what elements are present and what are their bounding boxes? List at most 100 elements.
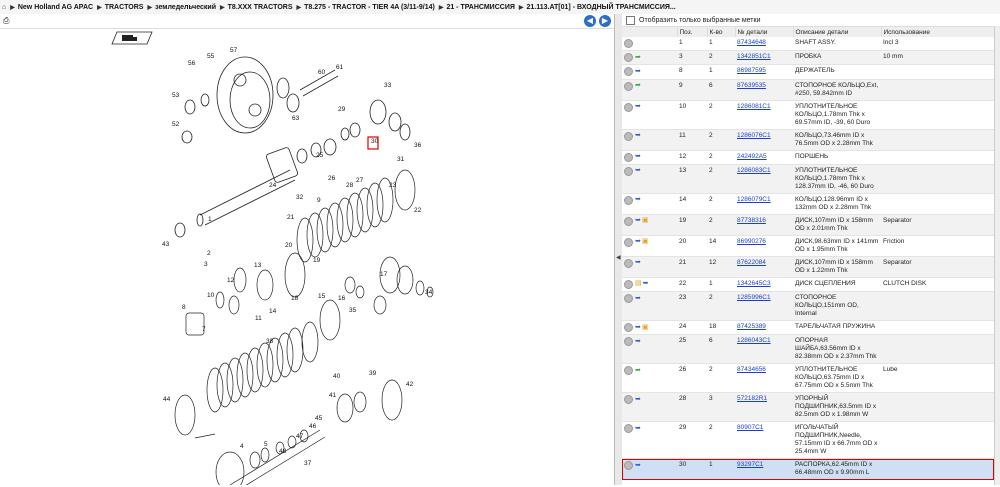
column-header-use[interactable]: Использование xyxy=(881,27,995,37)
blue-arrow-icon[interactable]: ➥ xyxy=(635,338,641,346)
callout-label[interactable]: 43 xyxy=(162,241,170,248)
breadcrumb-item[interactable]: ▶ земледельческий xyxy=(143,4,216,11)
table-row[interactable]: 1 1 87434648 SHAFT ASSY. Incl 3 xyxy=(622,37,994,52)
callout-label[interactable]: 45 xyxy=(315,415,323,422)
green-arrow-icon[interactable]: ➦ xyxy=(635,54,641,62)
lock-icon[interactable]: ▤ xyxy=(635,280,642,288)
table-row[interactable]: ➦ 3 2 1342851C1 ПРОБКА 10 mm xyxy=(622,50,994,66)
callout-label[interactable]: 47 xyxy=(296,433,304,440)
blue-arrow-icon[interactable]: ➥ xyxy=(635,238,641,246)
select-radio-icon[interactable] xyxy=(624,461,633,471)
blue-arrow-icon[interactable]: ➥ xyxy=(635,68,641,76)
blue-arrow-icon[interactable]: ➥ xyxy=(635,259,641,267)
callout-label[interactable]: 16 xyxy=(338,295,346,302)
table-row[interactable]: ➥ 23 2 1285996C1 СТОПОРНОЕ КОЛЬЦО,151mm OD, … xyxy=(622,291,994,322)
table-row[interactable]: ➥ 21 12 87622084 ДИСК,107mm ID x 158mm OD x … xyxy=(622,256,994,278)
callout-label[interactable]: 32 xyxy=(296,194,304,201)
blue-arrow-icon[interactable]: ➥ xyxy=(635,217,641,225)
part-number-link[interactable]: 87738316 xyxy=(737,217,766,224)
parts-list-scrollbar[interactable] xyxy=(994,26,1000,485)
part-number-link[interactable]: 87425389 xyxy=(737,323,766,330)
callout-label[interactable]: 53 xyxy=(172,92,180,99)
callout-label[interactable]: 42 xyxy=(406,381,414,388)
callout-label[interactable]: 36 xyxy=(414,142,422,149)
blue-arrow-icon[interactable]: ➥ xyxy=(643,280,649,288)
diagram-canvas[interactable]: 5756555352616063333631292526283024932272… xyxy=(0,30,614,487)
callout-label[interactable]: 33 xyxy=(384,82,392,89)
part-number-link[interactable]: 572182R1 xyxy=(737,395,767,402)
callout-label[interactable]: 44 xyxy=(163,396,171,403)
table-row[interactable]: ➥ 29 2 80907C1 ИГОЛЬЧАТЫЙ ПОДШИПНИК,Needle, … xyxy=(622,421,994,460)
callout-label[interactable]: 12 xyxy=(227,277,235,284)
part-number-link[interactable]: 1286079C1 xyxy=(737,196,771,203)
part-number-link[interactable]: 242492A5 xyxy=(737,153,767,160)
callout-label[interactable]: 9 xyxy=(317,197,321,204)
callout-label[interactable]: 38 xyxy=(266,338,274,345)
select-radio-icon[interactable] xyxy=(624,424,633,434)
callout-label[interactable]: 40 xyxy=(333,373,341,380)
callout-label[interactable]: 52 xyxy=(172,121,180,128)
callout-label[interactable]: 35 xyxy=(349,307,357,314)
table-row[interactable]: ➥ 25 6 1286043C1 ОПОРНАЯ ШАЙБА,63.56mm ID x … xyxy=(622,334,994,365)
package-icon[interactable]: ▣ xyxy=(642,217,649,225)
callout-label[interactable]: 21 xyxy=(287,214,295,221)
blue-arrow-icon[interactable]: ➥ xyxy=(635,462,641,470)
select-radio-icon[interactable] xyxy=(624,152,633,162)
blue-arrow-icon[interactable]: ➥ xyxy=(635,295,641,303)
select-radio-icon[interactable] xyxy=(624,39,633,48)
select-radio-icon[interactable] xyxy=(624,67,633,77)
callout-label[interactable]: 48 xyxy=(279,448,287,455)
part-number-link[interactable]: 93297C1 xyxy=(737,461,763,468)
callout-label[interactable]: 25 xyxy=(316,152,324,159)
package-icon[interactable]: ▣ xyxy=(642,238,649,246)
callout-label[interactable]: 46 xyxy=(309,423,317,430)
select-radio-icon[interactable] xyxy=(624,337,633,347)
breadcrumb-item[interactable]: ▶ T8.275 - TRACTOR - TIER 4A (3/11-9/14) xyxy=(292,4,434,11)
table-row[interactable]: ➥▣ 19 2 87738316 ДИСК,107mm ID x 158mm OD x … xyxy=(622,214,994,236)
package-icon[interactable]: ▣ xyxy=(642,324,649,332)
select-radio-icon[interactable] xyxy=(624,237,633,247)
breadcrumb-item[interactable]: ▶ 21 - ТРАНСМИССИЯ xyxy=(435,4,515,11)
callout-label[interactable]: 20 xyxy=(285,242,293,249)
select-radio-icon[interactable] xyxy=(624,102,633,112)
table-row[interactable]: ➥ 8 1 86987595 ДЕРЖАТЕЛЬ xyxy=(622,64,994,80)
column-header-part[interactable]: № детали xyxy=(735,27,794,37)
callout-label[interactable]: 56 xyxy=(188,60,196,67)
part-number-link[interactable]: 1342851C1 xyxy=(737,53,771,60)
select-radio-icon[interactable] xyxy=(624,81,633,91)
select-radio-icon[interactable] xyxy=(624,195,633,205)
callout-label[interactable]: 26 xyxy=(328,175,336,182)
callout-label[interactable]: 13 xyxy=(254,262,262,269)
part-number-link[interactable]: 87434648 xyxy=(737,39,766,46)
callout-label[interactable]: 31 xyxy=(397,156,405,163)
part-number-link[interactable]: 86990276 xyxy=(737,238,766,245)
select-radio-icon[interactable] xyxy=(624,366,633,376)
part-number-link[interactable]: 87639535 xyxy=(737,82,766,89)
part-number-link[interactable]: 87622084 xyxy=(737,259,766,266)
print-icon[interactable]: ⎙ xyxy=(3,16,9,26)
blue-arrow-icon[interactable]: ➥ xyxy=(635,425,641,433)
callout-label[interactable]: 60 xyxy=(318,69,326,76)
column-header-qty[interactable]: К-во xyxy=(707,27,736,37)
table-row[interactable]: ➥ 10 2 1286081C1 УПЛОТНИТЕЛЬНОЕ КОЛЬЦО,1.78m… xyxy=(622,100,994,130)
next-diagram-button[interactable]: ▶ xyxy=(599,15,611,27)
callout-label[interactable]: 15 xyxy=(318,293,326,300)
select-radio-icon[interactable] xyxy=(624,131,633,141)
part-number-link[interactable]: 1286083C1 xyxy=(737,167,771,174)
callout-label[interactable]: 34 xyxy=(425,289,433,296)
part-number-link[interactable]: 1286043C1 xyxy=(737,337,771,344)
callout-label[interactable]: 63 xyxy=(292,115,300,122)
blue-arrow-icon[interactable]: ➥ xyxy=(635,167,641,175)
callout-label[interactable]: 37 xyxy=(304,460,312,467)
table-row[interactable]: ➥ 12 2 242492A5 ПОРШЕНЬ xyxy=(622,150,994,165)
table-row[interactable]: ➥ 13 2 1286083C1 УПЛОТНИТЕЛЬНОЕ КОЛЬЦО,1.78m… xyxy=(622,164,994,194)
callout-label[interactable]: 28 xyxy=(346,182,354,189)
green-arrow-icon[interactable]: ➦ xyxy=(635,82,641,90)
table-row[interactable]: ➦ 9 6 87639535 СТОПОРНОЕ КОЛЬЦО,Ext, #250, 5… xyxy=(622,79,994,101)
part-number-link[interactable]: 87434656 xyxy=(737,366,766,373)
part-number-link[interactable]: 86987595 xyxy=(737,67,766,74)
truck-icon[interactable] xyxy=(111,31,153,45)
table-row[interactable]: ➦ 26 2 87434656 УПЛОТНИТЕЛЬНОЕ КОЛЬЦО,63.75m… xyxy=(622,363,994,394)
previous-diagram-button[interactable]: ◀ xyxy=(584,15,596,27)
callout-label[interactable]: 7 xyxy=(202,326,206,333)
